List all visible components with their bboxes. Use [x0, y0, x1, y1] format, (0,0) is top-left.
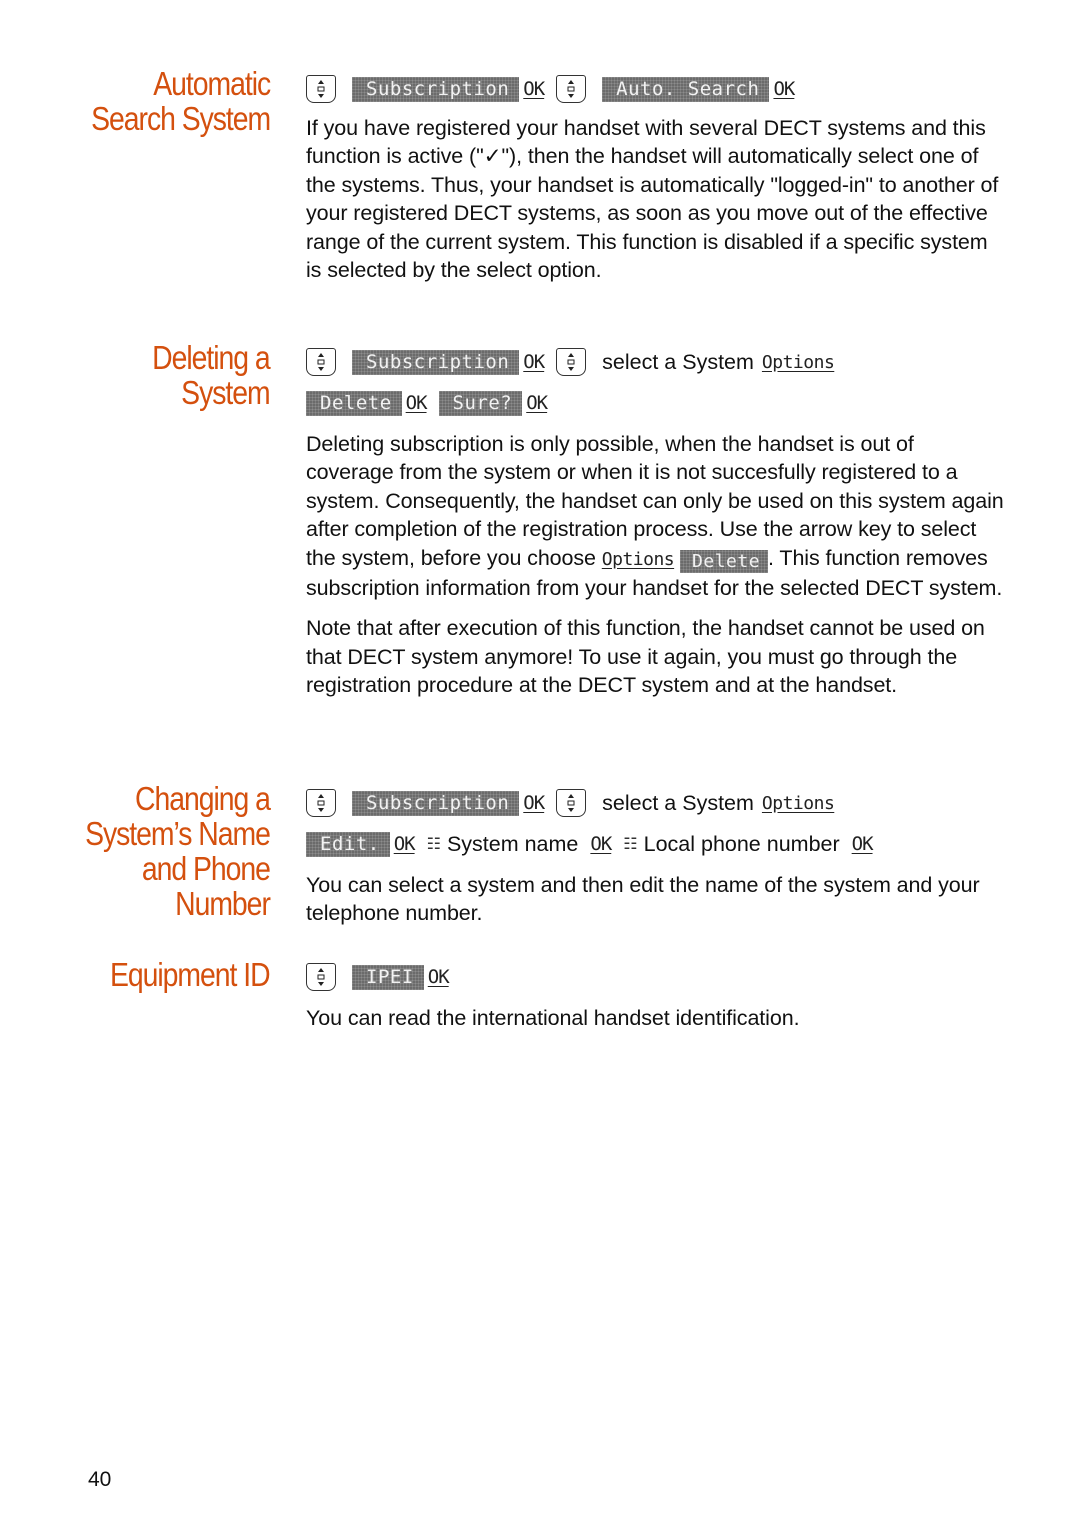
- equipment-description: You can read the international handset i…: [306, 1006, 800, 1030]
- page-number: 40: [88, 1468, 112, 1491]
- updown-arrow-key-icon: [306, 348, 336, 376]
- nav-sequence: IPEI OK: [306, 962, 1006, 992]
- section-auto-search: Subscription OK Auto. Search OK If you h…: [306, 74, 1006, 284]
- heading-line: Search System: [90, 100, 271, 137]
- lcd-subscription: Subscription: [352, 790, 519, 816]
- nav-sequence: Edit. OK ☷ System name OK ☷ Local phone …: [306, 829, 1006, 859]
- options-softkey: Options: [601, 548, 675, 570]
- lcd-delete: Delete: [680, 549, 768, 573]
- ok-key: OK: [393, 833, 416, 855]
- deleting-note: Note that after execution of this functi…: [306, 616, 985, 698]
- nav-sequence: Subscription OK select a System Options: [306, 788, 1006, 818]
- updown-arrow-key-icon: [556, 789, 587, 817]
- heading-line: Equipment ID: [110, 956, 271, 993]
- heading-line: Deleting a: [152, 339, 272, 376]
- ok-key: OK: [590, 833, 612, 855]
- nav-sequence: Subscription OK select a System Options: [306, 347, 1006, 377]
- instruction-text: select a System: [602, 349, 754, 374]
- lcd-sure: Sure?: [439, 390, 523, 416]
- heading-line: Automatic: [153, 65, 271, 102]
- heading-line: Number: [175, 885, 271, 922]
- heading-line: Changing a: [135, 780, 271, 817]
- keypad-hand-icon: ☷: [623, 836, 638, 853]
- options-softkey: Options: [761, 792, 835, 814]
- heading-line: System: [181, 374, 271, 411]
- ok-key: OK: [427, 966, 450, 988]
- ok-key: OK: [523, 78, 545, 100]
- ok-key: OK: [523, 351, 545, 373]
- ok-key: OK: [523, 792, 545, 814]
- keypad-hand-icon: ☷: [426, 836, 441, 853]
- section-deleting: Subscription OK select a System Options …: [306, 347, 1006, 700]
- heading-line: System’s Name: [85, 815, 271, 852]
- changing-description: You can select a system and then edit th…: [306, 873, 980, 926]
- options-softkey: Options: [761, 351, 835, 373]
- auto-search-description: If you have registered your handset with…: [306, 116, 999, 283]
- updown-arrow-key-icon: [306, 963, 336, 991]
- instruction-text: System name: [446, 831, 579, 856]
- lcd-ipei: IPEI: [352, 964, 424, 990]
- heading-line: and Phone: [141, 850, 271, 887]
- nav-sequence: Subscription OK Auto. Search OK: [306, 74, 1006, 104]
- updown-arrow-key-icon: [306, 789, 336, 817]
- lcd-subscription: Subscription: [352, 76, 519, 102]
- heading-deleting-system: Deleting a System: [152, 339, 272, 411]
- updown-arrow-key-icon: [556, 75, 587, 103]
- ok-key: OK: [851, 833, 874, 855]
- instruction-text: Local phone number: [643, 831, 840, 856]
- lcd-subscription: Subscription: [352, 349, 519, 375]
- heading-automatic-search: Automatic Search System: [90, 65, 271, 137]
- instruction-text: select a System: [602, 790, 754, 815]
- updown-arrow-key-icon: [556, 348, 587, 376]
- updown-arrow-key-icon: [306, 75, 336, 103]
- heading-changing-name: Changing a System’s Name and Phone Numbe…: [85, 780, 271, 922]
- ok-key: OK: [526, 392, 548, 414]
- lcd-delete: Delete: [306, 390, 402, 416]
- section-changing: Subscription OK select a System Options …: [306, 788, 1006, 928]
- ok-key: OK: [773, 78, 795, 100]
- lcd-auto-search: Auto. Search: [602, 76, 769, 102]
- ok-key: OK: [405, 392, 428, 414]
- deleting-description: Deleting subscription is only possible, …: [306, 430, 1006, 602]
- section-equipment-id: IPEI OK You can read the international h…: [306, 962, 1006, 1032]
- heading-equipment-id: Equipment ID: [110, 956, 271, 993]
- lcd-edit: Edit.: [306, 831, 390, 857]
- nav-sequence: Delete OK Sure? OK: [306, 388, 1006, 418]
